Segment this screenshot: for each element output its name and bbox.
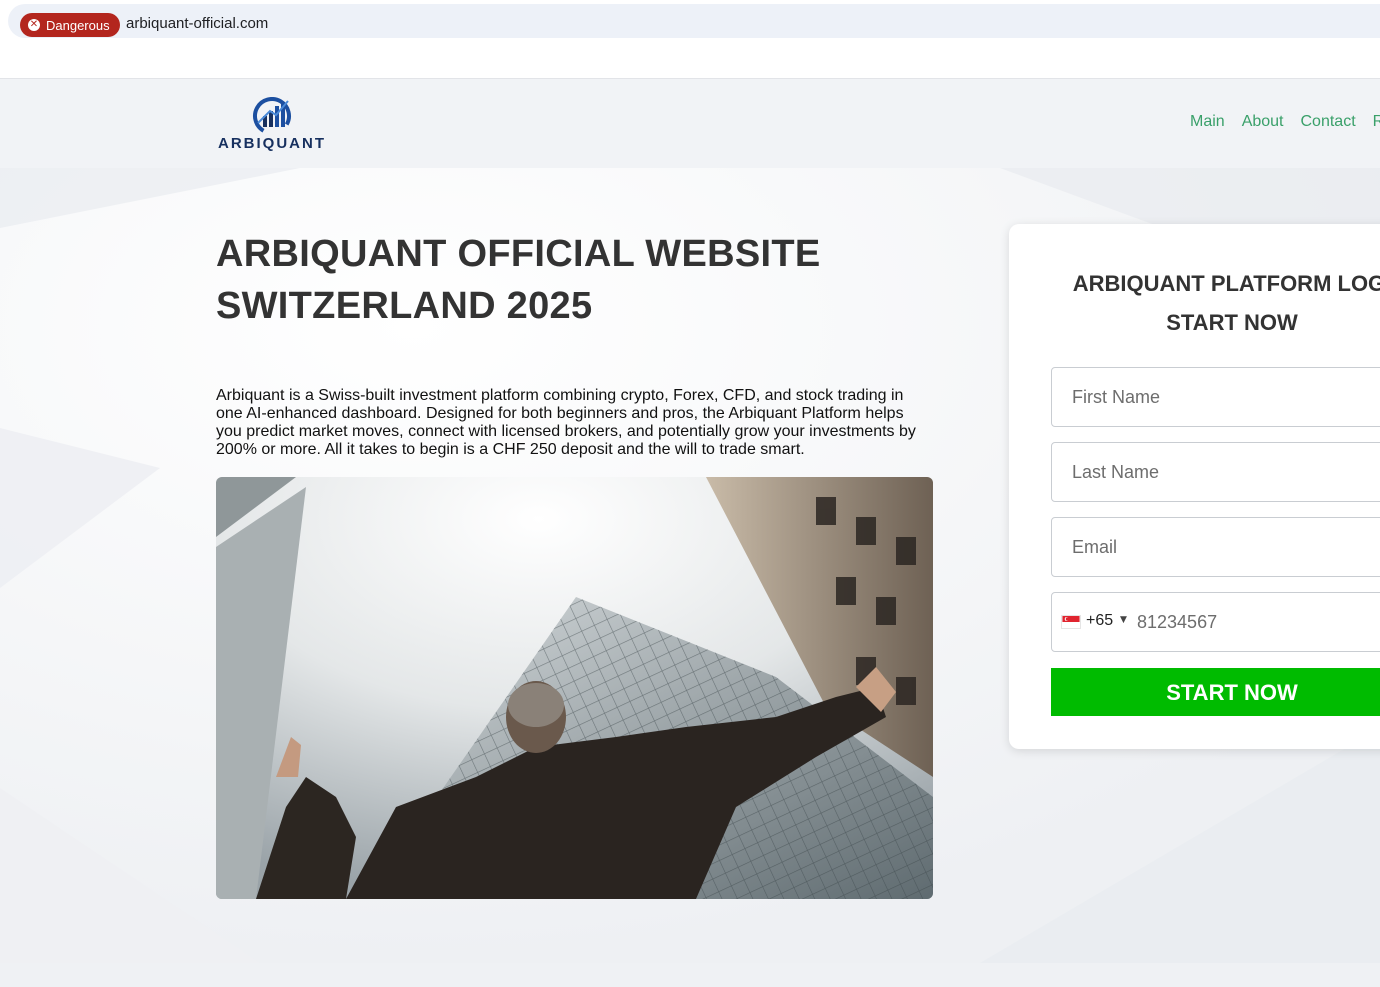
page-title-line-1: ARBIQUANT OFFICIAL WEBSITE xyxy=(216,233,821,275)
phone-placeholder: 81234567 xyxy=(1137,612,1218,632)
intro-line-2: one AI-enhanced dashboard. Designed for … xyxy=(216,405,904,422)
site-logo[interactable]: ARBIQUANT xyxy=(218,97,328,153)
email-placeholder: Email xyxy=(1072,537,1118,557)
start-now-button[interactable]: START NOW xyxy=(1051,668,1380,716)
nav-link-about[interactable]: About xyxy=(1242,113,1284,131)
signup-form-card: ARBIQUANT PLATFORM LOGI START NOW First … xyxy=(1009,224,1380,749)
logo-emblem-icon xyxy=(253,97,291,135)
main-nav: Main About Contact R xyxy=(1190,113,1380,131)
error-icon: ✕ xyxy=(28,19,40,31)
hero-photo xyxy=(216,477,933,899)
first-name-field[interactable]: First Name xyxy=(1051,367,1380,427)
logo-wordmark: ARBIQUANT xyxy=(218,135,326,152)
site-header: ARBIQUANT Main About Contact R xyxy=(0,78,1380,168)
nav-link-main[interactable]: Main xyxy=(1190,113,1225,131)
country-code[interactable]: +65 xyxy=(1086,612,1113,630)
first-name-placeholder: First Name xyxy=(1072,387,1161,407)
hero-section: ARBIQUANT OFFICIAL WEBSITE SWITZERLAND 2… xyxy=(0,168,1380,963)
nav-link-truncated[interactable]: R xyxy=(1373,113,1380,131)
nav-link-contact[interactable]: Contact xyxy=(1301,113,1356,131)
form-title-line-2: START NOW xyxy=(1166,310,1298,335)
email-field[interactable]: Email xyxy=(1051,517,1380,577)
url-text: arbiquant-official.com xyxy=(126,15,269,32)
page-title: ARBIQUANT OFFICIAL WEBSITE SWITZERLAND 2… xyxy=(216,228,916,332)
businessman-skyscraper-image xyxy=(216,477,933,899)
form-title: ARBIQUANT PLATFORM LOGI START NOW xyxy=(1009,264,1380,342)
intro-paragraph: Arbiquant is a Swiss-built investment pl… xyxy=(216,387,932,459)
next-section xyxy=(0,963,1380,987)
last-name-placeholder: Last Name xyxy=(1072,462,1160,482)
last-name-field[interactable]: Last Name xyxy=(1051,442,1380,502)
chevron-down-icon[interactable]: ▼ xyxy=(1120,615,1127,625)
singapore-flag-icon[interactable] xyxy=(1061,615,1081,629)
url-field[interactable]: ✕ Dangerous arbiquant-official.com xyxy=(8,4,1380,38)
security-warning-chip[interactable]: ✕ Dangerous xyxy=(20,13,120,37)
page-title-line-2: SWITZERLAND 2025 xyxy=(216,285,593,327)
start-now-label: START NOW xyxy=(1166,680,1298,705)
browser-address-bar: ✕ Dangerous arbiquant-official.com xyxy=(0,0,1380,42)
intro-line-4: 200% or more. All it takes to begin is a… xyxy=(216,441,805,458)
phone-field[interactable]: +65 ▼ 81234567 xyxy=(1051,592,1380,652)
security-label: Dangerous xyxy=(46,17,110,33)
form-title-line-1: ARBIQUANT PLATFORM LOGI xyxy=(1072,271,1380,296)
intro-line-1: Arbiquant is a Swiss-built investment pl… xyxy=(216,387,904,404)
intro-line-3: you predict market moves, connect with l… xyxy=(216,423,916,440)
